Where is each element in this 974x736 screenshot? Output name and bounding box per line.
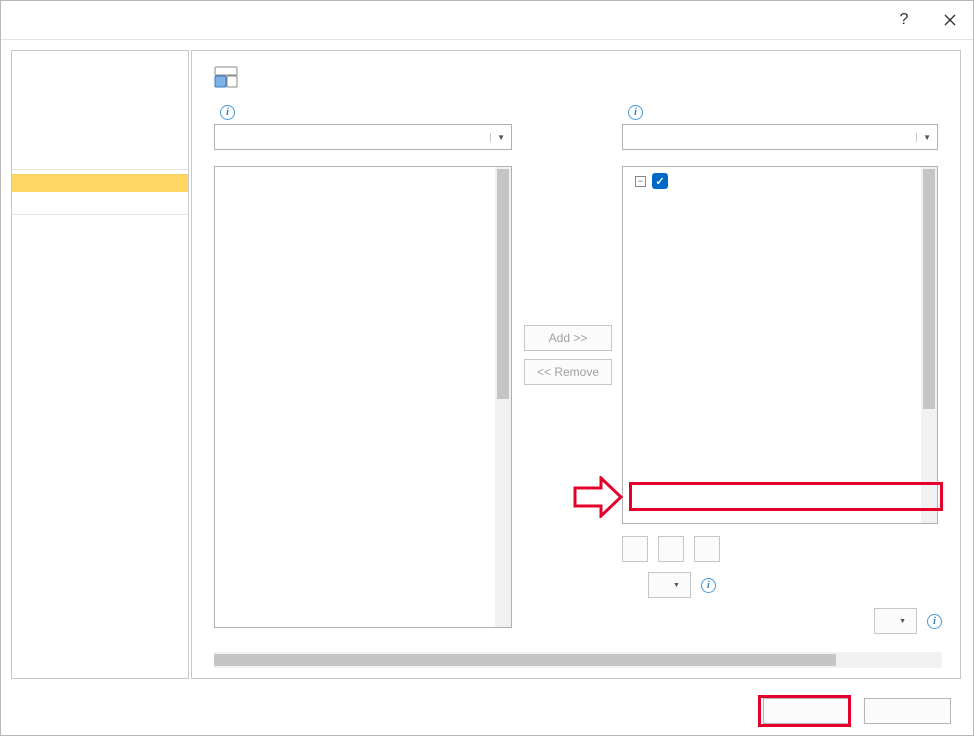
- choose-commands-dropdown[interactable]: ▼: [214, 124, 512, 150]
- sidebar-item-advanced[interactable]: [12, 147, 188, 165]
- excel-options-dialog: ?: [0, 0, 974, 736]
- category-sidebar: [11, 50, 189, 679]
- customize-ribbon-label: i: [622, 105, 942, 124]
- sidebar-item-trust-center[interactable]: [12, 237, 188, 255]
- ribbon-icon: [214, 65, 238, 89]
- choose-commands-label: i: [214, 105, 514, 124]
- main-panel: i ▼ Add >> << Remove: [191, 50, 961, 679]
- tab-management-buttons: [622, 536, 942, 562]
- info-icon[interactable]: i: [220, 105, 235, 120]
- new-tab-button[interactable]: [622, 536, 648, 562]
- page-heading: [214, 65, 942, 105]
- sidebar-item-language[interactable]: [12, 129, 188, 147]
- new-group-button[interactable]: [658, 536, 684, 562]
- dialog-footer: [1, 687, 973, 735]
- scrollbar-thumb[interactable]: [497, 169, 509, 399]
- commands-listbox[interactable]: [214, 166, 512, 628]
- chevron-down-icon: ▼: [916, 133, 931, 142]
- customizations-row: i: [622, 572, 942, 598]
- sidebar-item-formulas[interactable]: [12, 75, 188, 93]
- transfer-buttons: Add >> << Remove: [518, 105, 618, 385]
- info-icon[interactable]: i: [927, 614, 942, 629]
- cancel-button[interactable]: [864, 698, 951, 724]
- import-export-row: i: [622, 608, 942, 634]
- close-button[interactable]: [927, 1, 973, 40]
- scrollbar-thumb[interactable]: [214, 654, 836, 666]
- titlebar: ?: [1, 1, 973, 40]
- dialog-body: i ▼ Add >> << Remove: [1, 40, 973, 687]
- rename-button[interactable]: [694, 536, 720, 562]
- help-button[interactable]: ?: [881, 1, 927, 40]
- scrollbar-thumb[interactable]: [923, 169, 935, 409]
- import-export-dropdown[interactable]: [874, 608, 917, 634]
- info-icon[interactable]: i: [628, 105, 643, 120]
- collapse-icon[interactable]: −: [635, 176, 646, 187]
- horizontal-scrollbar[interactable]: [214, 652, 942, 668]
- chevron-down-icon: ▼: [490, 133, 505, 142]
- sidebar-item-proofing[interactable]: [12, 93, 188, 111]
- customize-ribbon-dropdown[interactable]: ▼: [622, 124, 938, 150]
- tree-tab-home[interactable]: − ✓: [623, 171, 937, 191]
- reset-dropdown[interactable]: [648, 572, 691, 598]
- ribbon-tabs-tree[interactable]: − ✓: [622, 166, 938, 524]
- info-icon[interactable]: i: [701, 578, 716, 593]
- sidebar-item-customize-ribbon[interactable]: [12, 174, 188, 192]
- ok-button[interactable]: [763, 698, 850, 724]
- close-icon: [944, 14, 956, 26]
- sidebar-item-general[interactable]: [12, 57, 188, 75]
- sidebar-item-addins[interactable]: [12, 219, 188, 237]
- remove-button[interactable]: << Remove: [524, 359, 612, 385]
- sidebar-item-quick-access[interactable]: [12, 192, 188, 210]
- checkbox-checked-icon[interactable]: ✓: [652, 173, 668, 189]
- choose-commands-column: i ▼: [214, 105, 514, 628]
- customize-ribbon-column: i ▼ − ✓: [622, 105, 942, 634]
- add-button[interactable]: Add >>: [524, 325, 612, 351]
- sidebar-item-save[interactable]: [12, 111, 188, 129]
